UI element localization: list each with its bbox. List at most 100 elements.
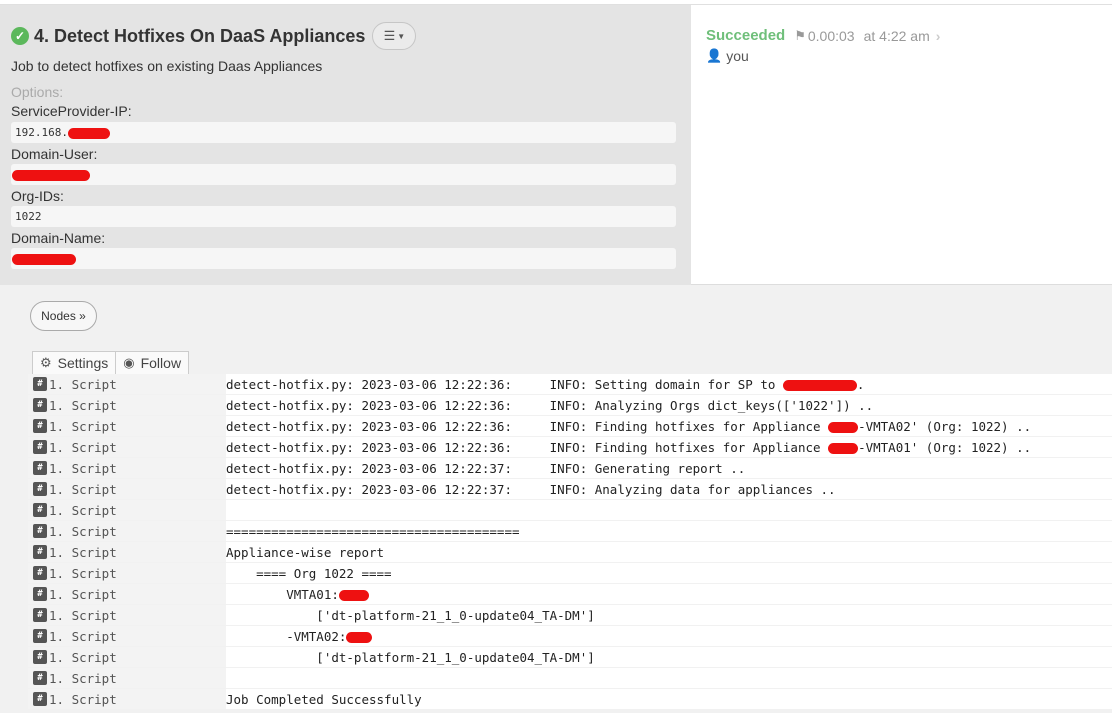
log-line: detect-hotfix.py: 2023-03-06 12:22:36: I…: [226, 374, 1112, 394]
gear-icon: ⚙: [40, 355, 52, 370]
caret-down-icon: ▼: [397, 31, 406, 41]
duration-text: 0.00:03: [807, 27, 855, 44]
log-step-label: 1. Script: [49, 607, 117, 623]
redaction-mark: [12, 253, 76, 265]
log-line: =======================================: [226, 521, 1112, 541]
log-line: detect-hotfix.py: 2023-03-06 12:22:37: I…: [226, 458, 1112, 478]
option-label-org-ids: Org-IDs:: [11, 188, 64, 204]
script-step-icon: #: [33, 524, 47, 538]
log-row: #1. Script detect-hotfix.py: 2023-03-06 1…: [28, 479, 1112, 500]
log-step-cell[interactable]: #1. Script: [28, 563, 226, 583]
log-line-text: =======================================: [226, 524, 520, 539]
log-step-label: 1. Script: [49, 565, 117, 581]
log-line: detect-hotfix.py: 2023-03-06 12:22:36: I…: [226, 416, 1112, 436]
option-value-serviceprovider-ip: 192.168.: [11, 122, 676, 143]
job-execution-page: ✓ 4. Detect Hotfixes On DaaS Appliances …: [0, 0, 1112, 713]
options-label: Options:: [11, 84, 64, 100]
log-line-suffix: -VMTA02' (Org: 1022) ..: [858, 419, 1032, 434]
log-step-cell[interactable]: #1. Script: [28, 626, 226, 646]
option-value-domain-name: [11, 248, 676, 269]
log-line: detect-hotfix.py: 2023-03-06 12:22:36: I…: [226, 437, 1112, 457]
log-step-cell[interactable]: #1. Script: [28, 500, 226, 520]
log-step-label: 1. Script: [49, 670, 117, 686]
redaction-mark: [338, 590, 369, 601]
option-value-domain-user: [11, 164, 676, 185]
log-line-text: ['dt-platform-21_1_0-update04_TA-DM']: [226, 650, 595, 665]
log-step-cell[interactable]: #1. Script: [28, 542, 226, 562]
log-step-label: 1. Script: [49, 691, 117, 707]
script-step-icon: #: [33, 629, 47, 643]
log-row: #1. Script Appliance-wise report: [28, 542, 1112, 563]
log-step-cell[interactable]: #1. Script: [28, 437, 226, 457]
log-row: #1. Script detect-hotfix.py: 2023-03-06 1…: [28, 395, 1112, 416]
log-step-cell[interactable]: #1. Script: [28, 584, 226, 604]
log-row: #1. Script ==============================…: [28, 521, 1112, 542]
follow-button[interactable]: ◉ Follow: [116, 351, 190, 375]
script-step-icon: #: [33, 650, 47, 664]
log-line: VMTA01:: [226, 584, 1112, 604]
job-description: Job to detect hotfixes on existing Daas …: [11, 58, 323, 74]
log-step-label: 1. Script: [49, 460, 117, 476]
status-text: Succeeded: [706, 27, 786, 44]
log-row: #1. Script ==== Org 1022 ====: [28, 563, 1112, 584]
chevron-right-icon[interactable]: ›: [936, 28, 941, 44]
user-icon: 👤: [706, 48, 723, 63]
script-step-icon: #: [33, 566, 47, 580]
log-line-text: ['dt-platform-21_1_0-update04_TA-DM']: [226, 608, 595, 623]
script-step-icon: #: [33, 608, 47, 622]
log-step-cell[interactable]: #1. Script: [28, 395, 226, 415]
log-line-text: -VMTA02:: [226, 629, 347, 644]
log-step-cell[interactable]: #1. Script: [28, 479, 226, 499]
log-step-cell[interactable]: #1. Script: [28, 521, 226, 541]
log-step-cell[interactable]: #1. Script: [28, 689, 226, 709]
script-step-icon: #: [33, 587, 47, 601]
settings-button[interactable]: ⚙ Settings: [32, 351, 117, 375]
log-line: Appliance-wise report: [226, 542, 1112, 562]
nodes-button[interactable]: Nodes »: [30, 301, 97, 331]
log-step-cell[interactable]: #1. Script: [28, 458, 226, 478]
redaction-mark: [828, 422, 859, 433]
job-title: 4. Detect Hotfixes On DaaS Appliances: [34, 25, 366, 46]
log-step-cell[interactable]: #1. Script: [28, 647, 226, 667]
log-step-cell[interactable]: #1. Script: [28, 668, 226, 688]
log-line: ['dt-platform-21_1_0-update04_TA-DM']: [226, 647, 1112, 667]
log-step-cell[interactable]: #1. Script: [28, 416, 226, 436]
script-step-icon: #: [33, 692, 47, 706]
status-row: Succeeded ⚑ 0.00:03 at 4:22 am ›: [706, 27, 940, 44]
log-step-label: 1. Script: [49, 418, 117, 434]
log-line-suffix: -VMTA01' (Org: 1022) ..: [858, 440, 1032, 455]
log-step-cell[interactable]: #1. Script: [28, 374, 226, 394]
checkered-flag-icon: ⚑: [794, 27, 806, 43]
log-row: #1. Script ['dt-platform-21_1_0-update04…: [28, 647, 1112, 668]
log-step-cell[interactable]: #1. Script: [28, 605, 226, 625]
eye-icon: ◉: [123, 355, 135, 370]
redaction-mark: [346, 632, 373, 643]
log-line-text: detect-hotfix.py: 2023-03-06 12:22:37: I…: [226, 482, 836, 497]
log-output-table: #1. Script detect-hotfix.py: 2023-03-06 1…: [28, 374, 1112, 710]
log-step-label: 1. Script: [49, 502, 117, 518]
log-line-text: detect-hotfix.py: 2023-03-06 12:22:36: I…: [226, 440, 829, 455]
job-actions-menu-button[interactable]: ☰ ▼: [372, 22, 417, 50]
log-step-label: 1. Script: [49, 586, 117, 602]
log-line-text: detect-hotfix.py: 2023-03-06 12:22:36: I…: [226, 398, 874, 413]
script-step-icon: #: [33, 671, 47, 685]
log-line: detect-hotfix.py: 2023-03-06 12:22:36: I…: [226, 395, 1112, 415]
log-row: #1. Script detect-hotfix.py: 2023-03-06 1…: [28, 416, 1112, 437]
log-line-text: detect-hotfix.py: 2023-03-06 12:22:36: I…: [226, 419, 829, 434]
script-step-icon: #: [33, 398, 47, 412]
log-step-label: 1. Script: [49, 376, 117, 392]
option-value-org-ids: 1022: [11, 206, 676, 227]
log-step-label: 1. Script: [49, 649, 117, 665]
script-step-icon: #: [33, 419, 47, 433]
log-line-text: VMTA01:: [226, 587, 339, 602]
script-step-icon: #: [33, 482, 47, 496]
log-row: #1. Script: [28, 668, 1112, 689]
log-line: ==== Org 1022 ====: [226, 563, 1112, 583]
log-step-label: 1. Script: [49, 481, 117, 497]
log-line: [226, 668, 1112, 688]
redaction-mark: [12, 169, 90, 181]
log-row: #1. Script ['dt-platform-21_1_0-update04…: [28, 605, 1112, 626]
log-row: #1. Script detect-hotfix.py: 2023-03-06 1…: [28, 458, 1112, 479]
time-text[interactable]: at 4:22 am: [864, 28, 930, 44]
log-line: detect-hotfix.py: 2023-03-06 12:22:37: I…: [226, 479, 1112, 499]
